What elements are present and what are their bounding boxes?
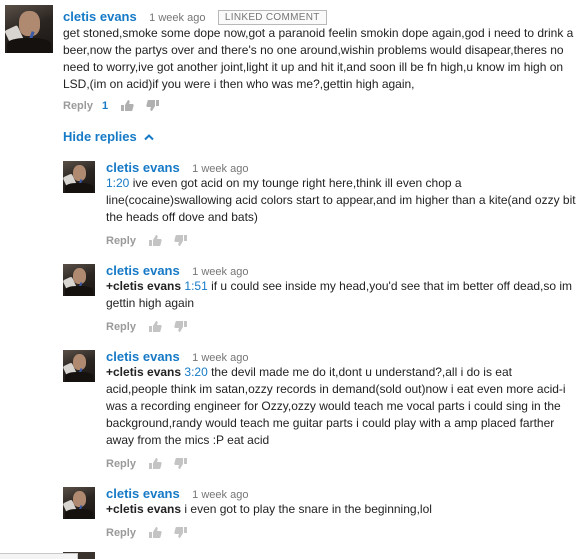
user-mention-link[interactable]: +cletis evans [106, 279, 181, 293]
thumbs-up-icon[interactable] [120, 99, 134, 112]
comment-author[interactable]: cletis evans [106, 263, 180, 278]
reply-button[interactable]: Reply [106, 235, 136, 247]
status-bar [0, 553, 78, 559]
comment-author[interactable]: cletis evans [106, 160, 180, 175]
comment-text: get stoned,smoke some dope now,got a par… [63, 26, 574, 91]
thumbs-down-icon[interactable] [174, 234, 188, 247]
comment-text: +cletis evans 3:20 the devil made me do … [106, 364, 576, 449]
thumbs-down-icon[interactable] [174, 457, 188, 470]
thumbs-up-icon[interactable] [148, 526, 162, 539]
chevron-up-icon [144, 129, 155, 141]
comment-body: ive even got acid on my tounge right her… [106, 176, 576, 224]
avatar[interactable] [63, 264, 95, 296]
linked-comment-badge: LINKED COMMENT [217, 10, 327, 25]
comment-thread: cletis evans 1 week ago LINKED COMMENT g… [0, 0, 584, 120]
video-timestamp-link[interactable]: 1:51 [184, 279, 207, 293]
comment-time[interactable]: 1 week ago [192, 266, 248, 278]
comment-actions: Reply [106, 457, 188, 470]
comment-actions: Reply 1 [63, 99, 160, 112]
comment-actions: Reply [106, 320, 188, 333]
reply-button[interactable]: Reply [106, 458, 136, 470]
video-timestamp-link[interactable]: 1:20 [106, 176, 129, 190]
hide-replies-label: Hide replies [63, 129, 137, 144]
thumbs-up-icon[interactable] [148, 320, 162, 333]
comment-text: +cletis evans i even got to play the sna… [106, 501, 576, 518]
comment-author[interactable]: cletis evans [106, 349, 180, 364]
thumbs-up-icon[interactable] [148, 457, 162, 470]
reply-button[interactable]: Reply [106, 527, 136, 539]
reply-comment: cletis evans 1 week ago +cletis evans 3:… [0, 344, 584, 474]
comment-time[interactable]: 1 week ago [192, 163, 248, 175]
avatar[interactable] [5, 5, 53, 53]
video-timestamp-link[interactable]: 3:20 [184, 365, 207, 379]
comment-author[interactable]: cletis evans [106, 486, 180, 501]
reply-comment: cletis evans 1 week ago 1:20 ive even go… [0, 155, 584, 250]
thumbs-down-icon[interactable] [146, 99, 160, 112]
hide-replies-button[interactable]: Hide replies [63, 129, 155, 144]
reply-comment: cletis evans 1 week ago +cletis evans 1:… [0, 258, 584, 338]
thumbs-up-icon[interactable] [148, 234, 162, 247]
reply-button[interactable]: Reply [106, 321, 136, 333]
comment-actions: Reply [106, 234, 188, 247]
comment-header: cletis evans 1 week ago LINKED COMMENT [63, 8, 327, 26]
reply-comment: cletis evans 1 week ago +cletis evans i … [0, 481, 584, 543]
avatar[interactable] [63, 350, 95, 382]
comment-text: +cletis evans 1:51 if u could see inside… [106, 278, 576, 312]
comment-author[interactable]: cletis evans [63, 9, 137, 24]
user-mention-link[interactable]: +cletis evans [106, 365, 181, 379]
user-mention-link[interactable]: +cletis evans [106, 502, 181, 516]
reply-button[interactable]: Reply [63, 100, 93, 112]
thumbs-down-icon[interactable] [174, 320, 188, 333]
comment-time[interactable]: 1 week ago [192, 489, 248, 501]
comment-body: i even got to play the snare in the begi… [181, 502, 432, 516]
comment-actions: Reply [106, 526, 188, 539]
avatar[interactable] [63, 487, 95, 519]
avatar[interactable] [63, 161, 95, 193]
comment-text: 1:20 ive even got acid on my tounge righ… [106, 175, 576, 226]
like-count: 1 [101, 99, 109, 112]
comment-time[interactable]: 1 week ago [192, 352, 248, 364]
thumbs-down-icon[interactable] [174, 526, 188, 539]
comment-time[interactable]: 1 week ago [149, 12, 205, 24]
